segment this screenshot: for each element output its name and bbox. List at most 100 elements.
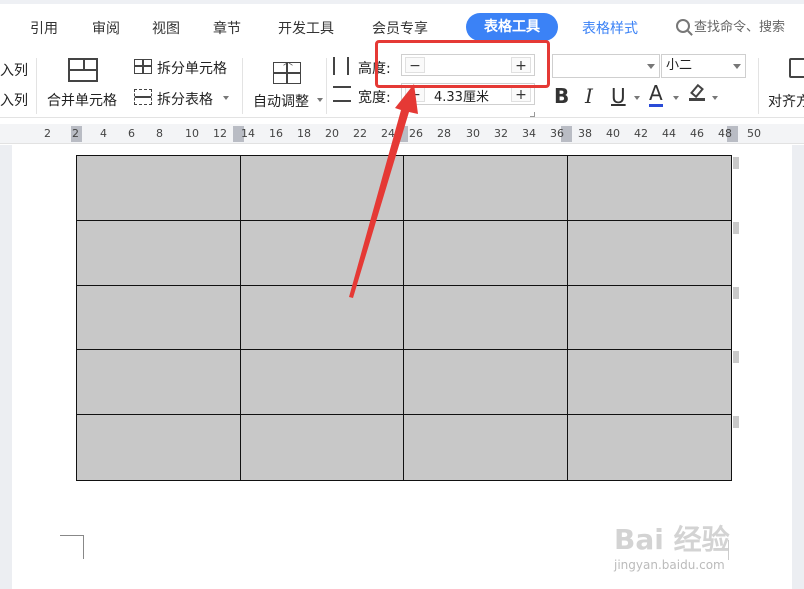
table-cell[interactable]	[240, 285, 404, 351]
table-cell[interactable]	[77, 350, 241, 416]
ruler-number: 12	[213, 127, 227, 140]
table-cell[interactable]	[567, 286, 731, 351]
tab-table-style[interactable]: 表格样式	[582, 18, 638, 38]
table-cell[interactable]	[567, 221, 731, 286]
table-cell[interactable]	[240, 220, 404, 286]
chevron-down-icon	[647, 64, 655, 69]
auto-fit-button[interactable]: 自动调整	[253, 91, 309, 111]
ruler-number: 38	[578, 127, 592, 140]
font-name-select[interactable]	[552, 54, 660, 78]
chevron-down-icon	[223, 96, 229, 100]
table-cell[interactable]	[77, 285, 241, 351]
watermark-logo: Bai 经验	[614, 523, 730, 556]
chevron-down-icon	[712, 96, 718, 100]
bold-button[interactable]: B	[554, 84, 569, 108]
page-corner-mark	[60, 535, 84, 559]
merge-cells-icon	[68, 58, 98, 82]
column-width-icon	[333, 86, 351, 102]
table-cell[interactable]	[77, 156, 241, 221]
width-decrease-button[interactable]: −	[405, 86, 425, 103]
split-cells-icon	[134, 59, 152, 74]
horizontal-ruler[interactable]: 2 2 4 6 8 10 12 14 16 18 20 22 24 26 28 30 32 34 36 38 40 42 4…	[0, 124, 804, 144]
ruler-number: 32	[494, 127, 508, 140]
ruler-number: 22	[353, 127, 367, 140]
highlight-pen-icon[interactable]	[689, 83, 705, 101]
chevron-down-icon	[673, 96, 679, 100]
ruler-column-marker[interactable]	[397, 126, 408, 142]
table-cell[interactable]	[77, 415, 241, 480]
tab-developer-tools[interactable]: 开发工具	[278, 18, 334, 38]
width-label: 宽度:	[358, 90, 391, 106]
row-resize-handle[interactable]	[733, 157, 739, 169]
table-cell[interactable]	[404, 156, 568, 221]
ruler-number: 24	[381, 127, 395, 140]
dialog-launcher-icon[interactable]	[530, 112, 535, 117]
table-cell[interactable]	[404, 350, 568, 416]
table-cell[interactable]	[404, 285, 568, 351]
table-cell[interactable]	[240, 156, 404, 221]
tab-member-exclusive[interactable]: 会员专享	[372, 18, 428, 38]
ruler-number: 42	[634, 127, 648, 140]
table-cell[interactable]	[404, 220, 568, 286]
table-cell[interactable]	[567, 156, 731, 221]
ruler-number: 6	[128, 127, 135, 140]
merge-cells-button[interactable]: 合并单元格	[47, 90, 117, 110]
ruler-number: 44	[662, 127, 676, 140]
tab-section[interactable]: 章节	[213, 18, 241, 38]
ruler-number: 36	[550, 127, 564, 140]
ruler-number: 50	[747, 127, 761, 140]
font-color-button[interactable]: A	[649, 82, 663, 107]
tab-view[interactable]: 视图	[152, 18, 180, 38]
chevron-down-icon	[733, 64, 741, 69]
arrow-up-icon: ︿	[283, 57, 293, 68]
ruler-number: 14	[241, 127, 255, 140]
insert-column-left-button[interactable]: 入列	[0, 60, 28, 80]
table-cell[interactable]	[77, 220, 241, 286]
width-value[interactable]: 4.33厘米	[434, 86, 489, 105]
ruler-number: 26	[409, 127, 423, 140]
tab-references[interactable]: 引用	[30, 18, 58, 38]
ruler-number: 2	[72, 127, 79, 140]
ruler-number: 16	[269, 127, 283, 140]
window-top-edge	[0, 0, 804, 4]
split-table-button[interactable]: 拆分表格	[157, 89, 213, 109]
row-resize-handle[interactable]	[733, 416, 739, 428]
ruler-number: 8	[156, 127, 163, 140]
split-cells-button[interactable]: 拆分单元格	[157, 58, 227, 78]
row-resize-handle[interactable]	[733, 222, 739, 234]
insert-column-right-button[interactable]: 入列	[0, 90, 28, 110]
ruler-number: 4	[100, 127, 107, 140]
ruler-number: 48	[718, 127, 732, 140]
font-size-value: 小二	[666, 58, 693, 73]
width-increase-button[interactable]: +	[511, 86, 531, 103]
word-table[interactable]	[76, 155, 732, 481]
table-cell[interactable]	[568, 415, 732, 480]
alignment-button[interactable]: 对齐方	[768, 91, 804, 111]
command-search[interactable]: 查找命令、搜索	[676, 16, 785, 35]
table-cell[interactable]	[240, 350, 404, 416]
ruler-number: 18	[297, 127, 311, 140]
ruler-number: 2	[44, 127, 51, 140]
annotation-highlight-box	[375, 40, 550, 88]
ruler-number: 46	[690, 127, 704, 140]
watermark-url: jingyan.baidu.com	[614, 558, 725, 572]
font-size-select[interactable]: 小二	[661, 54, 746, 78]
split-table-icon	[134, 89, 152, 105]
search-placeholder: 查找命令、搜索	[694, 20, 786, 35]
search-icon	[676, 19, 690, 33]
baidu-watermark: Bai 经验 jingyan.baidu.com	[614, 518, 794, 578]
table-cell[interactable]	[241, 415, 404, 480]
underline-button[interactable]: U	[611, 84, 626, 108]
ruler-number: 34	[522, 127, 536, 140]
tab-review[interactable]: 审阅	[92, 18, 120, 38]
ruler-number: 20	[325, 127, 339, 140]
ribbon-divider	[326, 58, 327, 114]
row-resize-handle[interactable]	[733, 351, 739, 363]
table-cell[interactable]	[567, 350, 731, 416]
tab-table-tools[interactable]: 表格工具	[466, 13, 558, 41]
italic-button[interactable]: I	[585, 84, 593, 108]
ruler-number: 10	[185, 127, 199, 140]
table-cell[interactable]	[404, 415, 568, 480]
row-resize-handle[interactable]	[733, 287, 739, 299]
ribbon-divider	[242, 58, 243, 114]
